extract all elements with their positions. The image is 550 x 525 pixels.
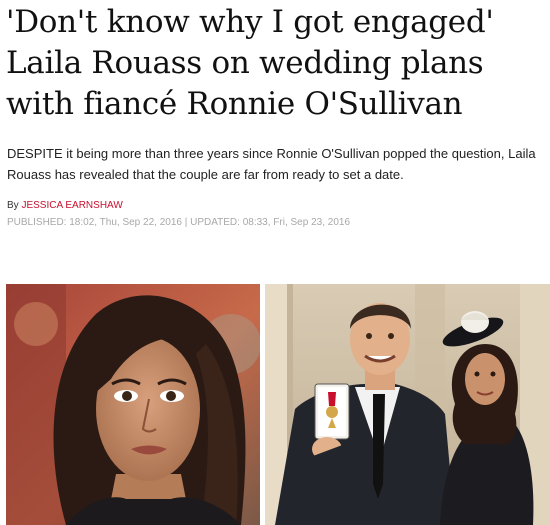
article: 'Don't know why I got engaged' Laila Rou… <box>0 0 550 525</box>
couple-illustration <box>265 284 550 525</box>
portrait-illustration <box>6 284 260 525</box>
article-photo-couple <box>265 284 550 525</box>
byline-prefix: By <box>7 200 19 211</box>
headline-line-3: with fiancé Ronnie O'Sullivan <box>6 86 463 122</box>
published-time: 18:02, Thu, Sep 22, 2016 <box>69 217 182 228</box>
published-label: PUBLISHED: <box>7 217 67 228</box>
dateline: PUBLISHED: 18:02, Thu, Sep 22, 2016 | UP… <box>7 216 350 229</box>
article-photo-portrait <box>6 284 260 525</box>
headline-line-1: 'Don't know why I got engaged' <box>6 4 494 40</box>
author-link[interactable]: JESSICA EARNSHAW <box>21 200 122 211</box>
headline-line-2: Laila Rouass on wedding plans <box>6 45 484 81</box>
article-headline: 'Don't know why I got engaged' Laila Rou… <box>6 2 546 125</box>
byline: By JESSICA EARNSHAW <box>7 199 123 212</box>
article-standfirst: DESPITE it being more than three years s… <box>7 146 536 182</box>
updated-label: UPDATED: <box>190 217 240 228</box>
updated-time: 08:33, Fri, Sep 23, 2016 <box>242 217 351 228</box>
dateline-separator: | <box>184 217 188 228</box>
